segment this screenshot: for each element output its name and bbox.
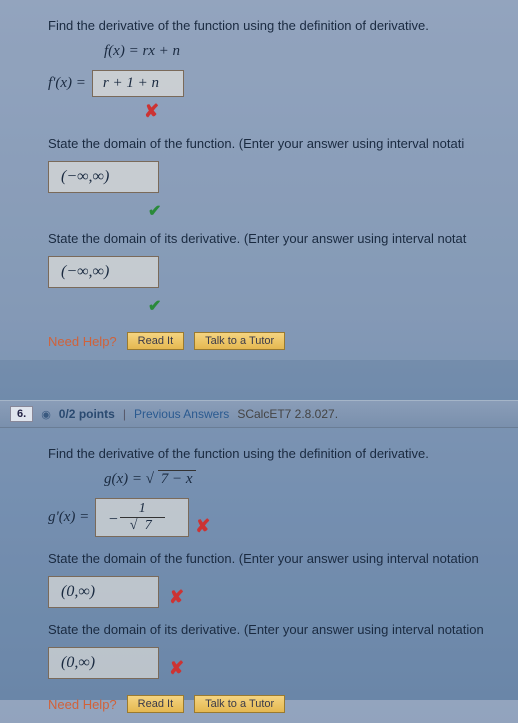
q5-sub1: State the domain of the function. (Enter… (48, 136, 500, 151)
x-icon: ✘ (144, 101, 159, 121)
question-6-body: Find the derivative of the function usin… (0, 428, 518, 723)
q5-need-help: Need Help? Read It Talk to a Tutor (48, 332, 500, 350)
q6-reference: SCalcET7 2.8.027. (237, 407, 338, 421)
q6-previous-answers[interactable]: Previous Answers (134, 407, 229, 421)
x-icon: ✘ (169, 658, 184, 678)
read-it-button[interactable]: Read It (127, 332, 184, 350)
x-icon: ✘ (169, 587, 184, 607)
q6-answer2-row: (0,∞) ✘ (48, 576, 500, 608)
q6-number: 6. (10, 406, 33, 422)
q6-answer1-label: g'(x) = (48, 509, 89, 526)
q5-answer3-input[interactable]: (−∞,∞) (48, 256, 159, 288)
q6-denom-radicand: 7 (142, 517, 155, 533)
x-icon: ✘ (195, 516, 210, 536)
fraction-numerator: 1 (120, 501, 165, 518)
q6-fn-radicand: 7 − x (158, 470, 196, 487)
q5-answer2-row: (−∞,∞) (48, 161, 500, 193)
q5-prompt: Find the derivative of the function usin… (48, 18, 500, 33)
q6-answer1-input[interactable]: − 1 7 (95, 498, 189, 537)
q5-answer2-input[interactable]: (−∞,∞) (48, 161, 159, 193)
talk-tutor-button[interactable]: Talk to a Tutor (194, 695, 285, 713)
q5-answer3-mark: ✔ (148, 296, 500, 316)
question-5-body: Find the derivative of the function usin… (0, 0, 518, 360)
q6-answer2-input[interactable]: (0,∞) (48, 576, 159, 608)
eye-icon: ◉ (41, 408, 51, 421)
q6-answer1-row: g'(x) = − 1 7 ✘ (48, 498, 500, 537)
q5-answer3-row: (−∞,∞) (48, 256, 500, 288)
q5-answer1-label: f'(x) = (48, 75, 86, 92)
q5-answer1-mark: ✘ (144, 101, 500, 122)
q6-points: 0/2 points (59, 407, 115, 421)
q6-fn-lhs: g(x) = (104, 471, 146, 487)
q6-answer3-mark: ✘ (169, 658, 184, 679)
q6-answer2-mark: ✘ (169, 587, 184, 608)
need-help-label: Need Help? (48, 697, 117, 712)
q6-answer1-mark: ✘ (195, 516, 210, 537)
q5-function: f(x) = rx + n (104, 43, 500, 60)
need-help-label: Need Help? (48, 334, 117, 349)
q5-answer1-input[interactable]: r + 1 + n (92, 70, 184, 97)
question-6: 6. ◉ 0/2 points | Previous Answers SCalc… (0, 400, 518, 723)
question-6-header: 6. ◉ 0/2 points | Previous Answers SCalc… (0, 400, 518, 428)
check-icon: ✔ (148, 298, 161, 315)
question-5: Find the derivative of the function usin… (0, 0, 518, 360)
sqrt-icon: 7 − x (146, 471, 196, 488)
q6-sub1: State the domain of the function. (Enter… (48, 551, 500, 566)
q5-answer2-mark: ✔ (148, 201, 500, 221)
negative-sign: − (108, 511, 119, 529)
q6-sub2: State the domain of its derivative. (Ent… (48, 622, 500, 637)
fraction-denominator: 7 (120, 518, 165, 534)
talk-tutor-button[interactable]: Talk to a Tutor (194, 332, 285, 350)
spacer (0, 360, 518, 400)
sqrt-icon: 7 (130, 518, 155, 534)
q5-sub2: State the domain of its derivative. (Ent… (48, 231, 500, 246)
q6-need-help: Need Help? Read It Talk to a Tutor (48, 695, 500, 713)
q6-answer3-row: (0,∞) ✘ (48, 647, 500, 679)
check-icon: ✔ (148, 203, 161, 220)
fraction: − 1 7 (120, 501, 165, 534)
read-it-button[interactable]: Read It (127, 695, 184, 713)
q6-prompt: Find the derivative of the function usin… (48, 446, 500, 461)
q6-answer3-input[interactable]: (0,∞) (48, 647, 159, 679)
q6-function: g(x) = 7 − x (104, 471, 500, 488)
q5-answer1-row: f'(x) = r + 1 + n (48, 70, 500, 97)
